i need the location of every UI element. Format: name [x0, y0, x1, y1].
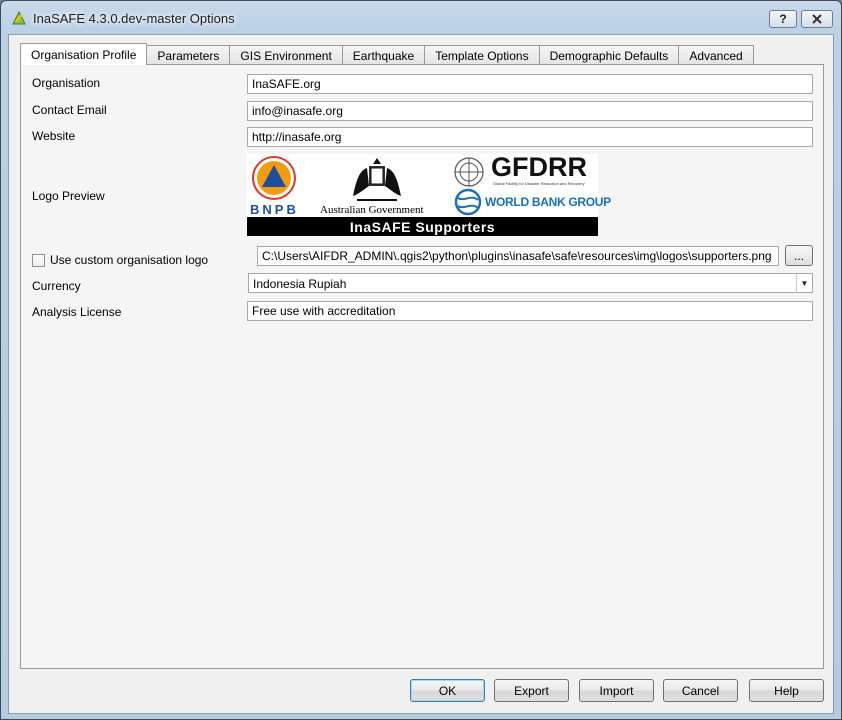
- website-label: Website: [32, 129, 76, 143]
- import-button[interactable]: Import: [579, 679, 654, 702]
- gfdrr-subtitle: Global Facility for Disaster Reduction a…: [493, 181, 585, 186]
- options-dialog: InaSAFE 4.3.0.dev-master Options ? Organ…: [0, 0, 842, 720]
- tab-organisation-profile[interactable]: Organisation Profile: [20, 43, 148, 65]
- tab-bar: Organisation Profile Parameters GIS Envi…: [20, 43, 754, 65]
- close-icon: [812, 14, 822, 24]
- logo-path-input[interactable]: C:\Users\AIFDR_ADMIN\.qgis2\python\plugi…: [257, 246, 779, 266]
- bnpb-logo-icon: [252, 156, 296, 200]
- export-button[interactable]: Export: [494, 679, 569, 702]
- close-button[interactable]: [801, 10, 833, 28]
- currency-label: Currency: [32, 279, 81, 293]
- website-input[interactable]: http://inasafe.org: [247, 127, 813, 147]
- window-title: InaSAFE 4.3.0.dev-master Options: [33, 11, 235, 26]
- australian-government-text: Australian Government: [320, 204, 424, 216]
- custom-logo-checkbox[interactable]: [32, 254, 45, 267]
- dialog-client: Organisation Profile Parameters GIS Envi…: [8, 34, 834, 714]
- dropdown-arrow-icon[interactable]: ▼: [796, 274, 812, 292]
- gfdrr-text: GFDRR: [491, 152, 587, 182]
- australian-crest-icon: [353, 158, 401, 201]
- qgis-icon: [12, 10, 26, 25]
- title-bar[interactable]: InaSAFE 4.3.0.dev-master Options ?: [1, 1, 841, 35]
- world-bank-globe-icon: [454, 188, 482, 216]
- currency-select[interactable]: Indonesia Rupiah ▼: [248, 273, 813, 293]
- currency-value: Indonesia Rupiah: [253, 277, 347, 291]
- analysis-license-input[interactable]: Free use with accreditation: [247, 301, 813, 321]
- logo-preview: BNPB Australian Government GFDRR Global …: [247, 152, 611, 236]
- help-title-button[interactable]: ?: [769, 10, 797, 28]
- tab-parameters[interactable]: Parameters: [146, 45, 231, 65]
- supporters-banner: InaSAFE Supporters: [247, 217, 598, 236]
- bnpb-text: BNPB: [250, 202, 299, 217]
- un-globe-icon: [454, 157, 484, 187]
- contact-email-label: Contact Email: [32, 103, 107, 117]
- analysis-license-label: Analysis License: [32, 305, 122, 319]
- tab-template-options[interactable]: Template Options: [424, 45, 540, 65]
- help-button[interactable]: Help: [749, 679, 824, 702]
- organisation-input[interactable]: InaSAFE.org: [247, 74, 813, 94]
- tab-demographic-defaults[interactable]: Demographic Defaults: [538, 45, 680, 65]
- organisation-label: Organisation: [32, 76, 101, 90]
- tab-advanced[interactable]: Advanced: [678, 45, 754, 65]
- cancel-button[interactable]: Cancel: [663, 679, 738, 702]
- tab-gis-environment[interactable]: GIS Environment: [229, 45, 343, 65]
- organisation-profile-panel: Organisation InaSAFE.org Contact Email i…: [20, 64, 824, 669]
- tab-earthquake[interactable]: Earthquake: [341, 45, 426, 65]
- contact-email-input[interactable]: info@inasafe.org: [247, 101, 813, 121]
- browse-logo-button[interactable]: ...: [785, 245, 813, 266]
- world-bank-text: WORLD BANK GROUP: [485, 195, 611, 209]
- logo-preview-label: Logo Preview: [32, 189, 105, 203]
- custom-logo-label[interactable]: Use custom organisation logo: [50, 253, 208, 267]
- ok-button[interactable]: OK: [410, 679, 485, 702]
